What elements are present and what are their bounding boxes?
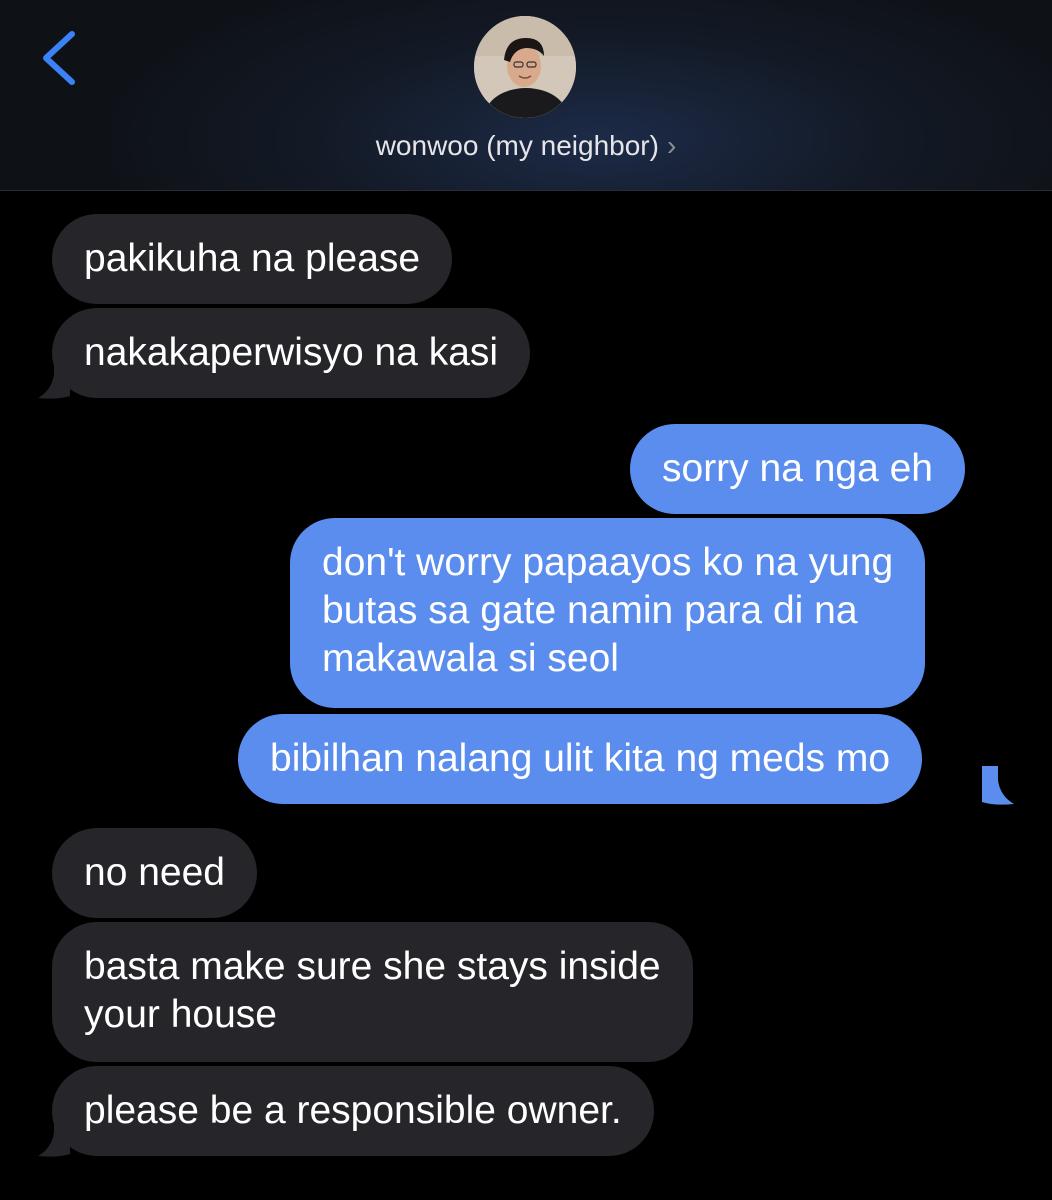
message-text-line: butas sa gate namin para di na (322, 589, 858, 632)
message-text: nakakaperwisyo na kasi (84, 331, 499, 374)
message-bubble-incoming[interactable]: basta make sure she stays inside your ho… (52, 922, 693, 1062)
message-text: please be a responsible owner. (84, 1089, 622, 1132)
message-text-line: your house (84, 993, 277, 1036)
message-bubble-incoming[interactable]: please be a responsible owner. (52, 1066, 654, 1156)
message-bubble-outgoing[interactable]: bibilhan nalang ulit kita ng meds mo (238, 714, 923, 804)
back-button[interactable] (38, 28, 82, 88)
avatar-photo (474, 16, 576, 118)
bubble-tail (982, 766, 1014, 805)
bubble-tail (38, 1118, 70, 1157)
message-text: sorry na nga eh (662, 447, 934, 490)
contact-avatar[interactable] (474, 16, 576, 118)
message-text: pakikuha na please (84, 237, 421, 280)
message-text: bibilhan nalang ulit kita ng meds mo (270, 737, 891, 780)
contact-name-button[interactable]: wonwoo (my neighbor) › (0, 128, 1052, 164)
chevron-right-icon: › (666, 130, 677, 161)
message-text-line: basta make sure she stays inside (84, 945, 661, 988)
contact-name: wonwoo (my neighbor) (375, 130, 659, 161)
messages-screen: wonwoo (my neighbor) › pakikuha na please… (0, 0, 1052, 1200)
message-bubble-incoming[interactable]: pakikuha na please (52, 214, 453, 304)
message-bubble-outgoing[interactable]: don't worry papaayos ko na yung butas sa… (290, 518, 926, 708)
message-text-line: don't worry papaayos ko na yung (322, 541, 894, 584)
message-bubble-incoming[interactable]: no need (52, 828, 257, 918)
message-bubble-incoming[interactable]: nakakaperwisyo na kasi (52, 308, 531, 398)
conversation-header: wonwoo (my neighbor) › (0, 0, 1052, 191)
message-text: no need (84, 851, 225, 894)
message-text-line: makawala si seol (322, 637, 619, 680)
bubble-tail (38, 360, 70, 399)
chevron-left-icon (43, 31, 75, 85)
message-bubble-outgoing[interactable]: sorry na nga eh (630, 424, 966, 514)
